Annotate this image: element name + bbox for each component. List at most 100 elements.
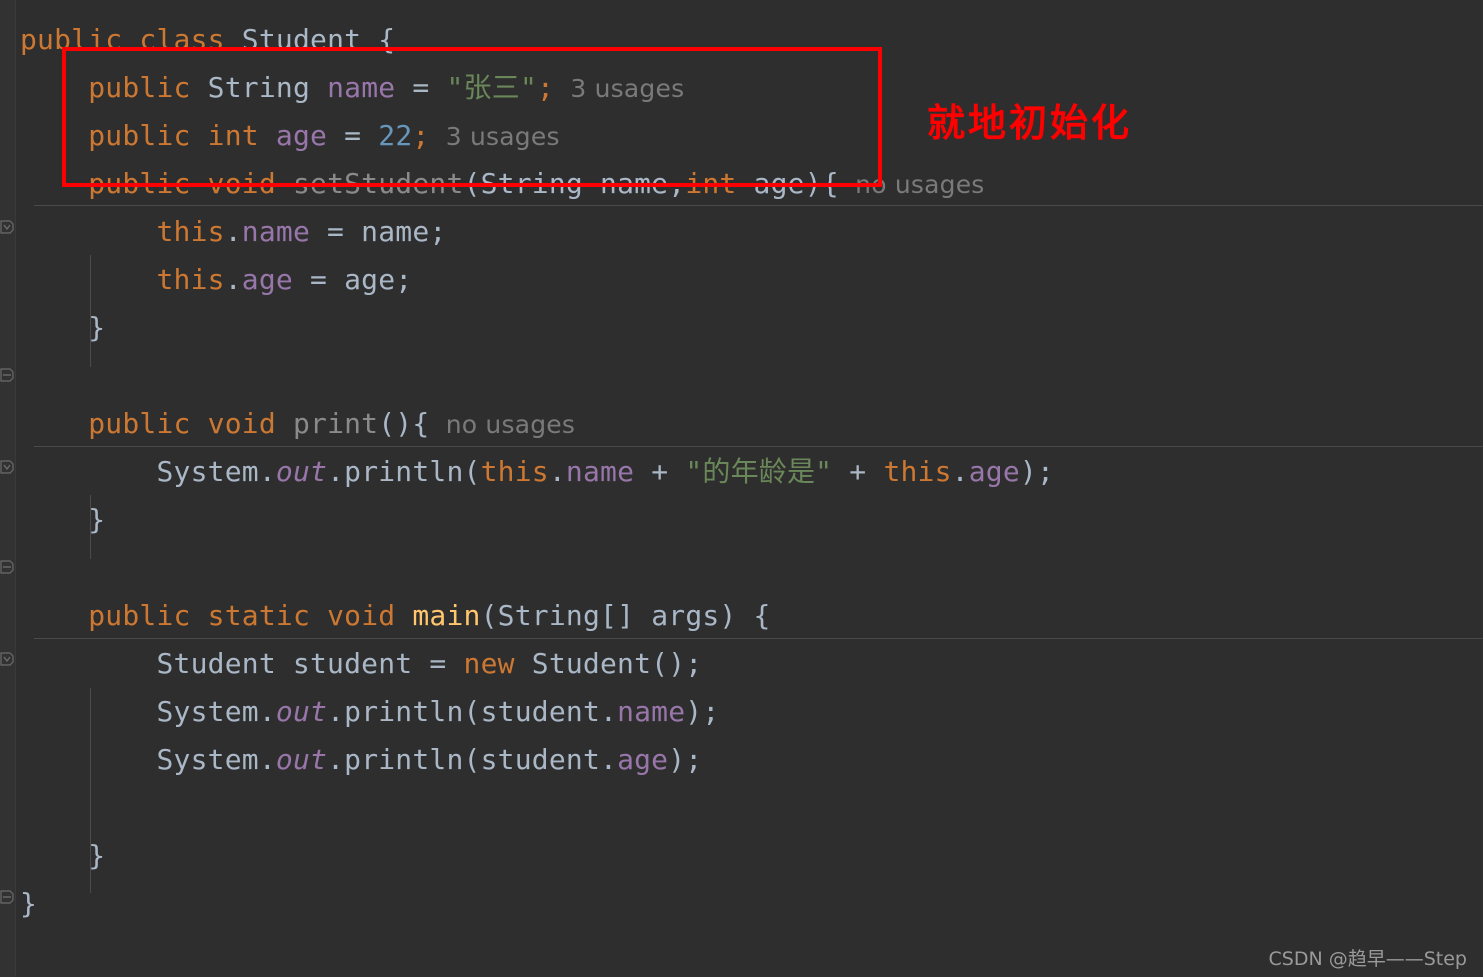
code-token: name [617,695,686,728]
code-token: name [327,71,396,104]
code-token: out [275,695,328,728]
code-token: System [156,743,259,776]
fold-expanded-setStudent-icon[interactable] [0,218,16,236]
code-token: = age; [292,263,413,296]
code-token: ( [480,599,498,632]
code-editor[interactable]: public class Student { public String nam… [0,0,1483,977]
code-token: } [20,887,38,920]
code-token: age){ [736,167,839,200]
code-token: public [88,71,191,104]
annotation-label: 就地初始化 [927,101,1133,145]
code-token: 3 usages [429,122,560,151]
code-token: public [20,23,123,56]
code-token: (){ [378,407,430,440]
code-line[interactable]: } [20,832,105,880]
code-token: + [634,455,686,488]
code-token: 3 usages [554,74,685,103]
code-line[interactable]: System.out.println(this.name + "的年龄是" + … [20,448,1054,496]
fold-end-main-icon[interactable] [0,888,16,906]
code-token: . [258,743,276,776]
fold-end-print-icon[interactable] [0,558,16,576]
code-token: [] args) { [600,599,771,632]
code-token: name [565,455,635,488]
code-token: .println(student. [327,743,618,776]
code-line[interactable]: } [20,880,37,928]
code-token: void [327,599,396,632]
editor-gutter[interactable] [0,0,16,977]
code-token: 22 [378,119,413,152]
fold-expanded-main-icon[interactable] [0,650,16,668]
code-token: no usages [838,170,985,199]
code-token: int [685,167,737,200]
code-line[interactable]: } [20,496,105,544]
code-token: = [395,71,447,104]
code-token: age [617,743,669,776]
code-token: } [20,503,106,536]
code-token: this [883,455,952,488]
code-line[interactable]: this.age = age; [20,256,412,304]
code-token: = [327,119,379,152]
code-token: String [497,599,601,632]
code-token: . [224,263,242,296]
code-line[interactable]: public class Student { [20,16,395,64]
code-token: int [207,119,259,152]
code-line[interactable]: System.out.println(student.name); [20,688,719,736]
code-token: no usages [429,410,576,439]
code-token: ( [463,167,481,200]
code-token: public [88,167,191,200]
code-token: .println( [327,455,481,488]
csdn-watermark: CSDN @趋早——Step [1268,948,1467,970]
code-token: main [412,599,481,632]
code-line[interactable]: public String name = "张三"; 3 usages [20,64,684,112]
code-token: ; [537,71,555,104]
code-line[interactable]: this.name = name; [20,208,446,256]
code-token: . [548,455,566,488]
code-line[interactable]: public int age = 22; 3 usages [20,112,560,160]
code-token: } [20,311,106,344]
code-token: class [139,23,225,56]
code-line[interactable]: public static void main(String[] args) { [20,592,771,640]
code-token: public [88,119,191,152]
code-token: System [156,695,259,728]
code-token: this [480,455,549,488]
fold-expanded-print-icon[interactable] [0,458,16,476]
code-line[interactable]: public void print(){ no usages [20,400,575,448]
code-token: = name; [310,215,447,248]
code-token: "张三" [446,71,538,104]
code-token: ); [1019,455,1055,488]
code-token: ); [685,695,720,728]
code-line[interactable]: public void setStudent(String name,int a… [20,160,985,208]
code-token: void [207,407,276,440]
code-token: name, [582,167,686,200]
code-token: ; [412,119,430,152]
code-line[interactable]: System.out.println(student.age); [20,736,702,784]
code-token: String [207,71,311,104]
code-line[interactable]: } [20,304,105,352]
code-token: System [156,455,259,488]
code-token: new [463,647,515,680]
fold-end-setStudent-icon[interactable] [0,366,16,384]
code-token: Student [156,647,276,680]
code-token: "的年龄是" [685,455,833,488]
code-line[interactable]: Student student = new Student(); [20,640,702,688]
code-token: public [88,599,191,632]
code-token: print [292,407,379,440]
